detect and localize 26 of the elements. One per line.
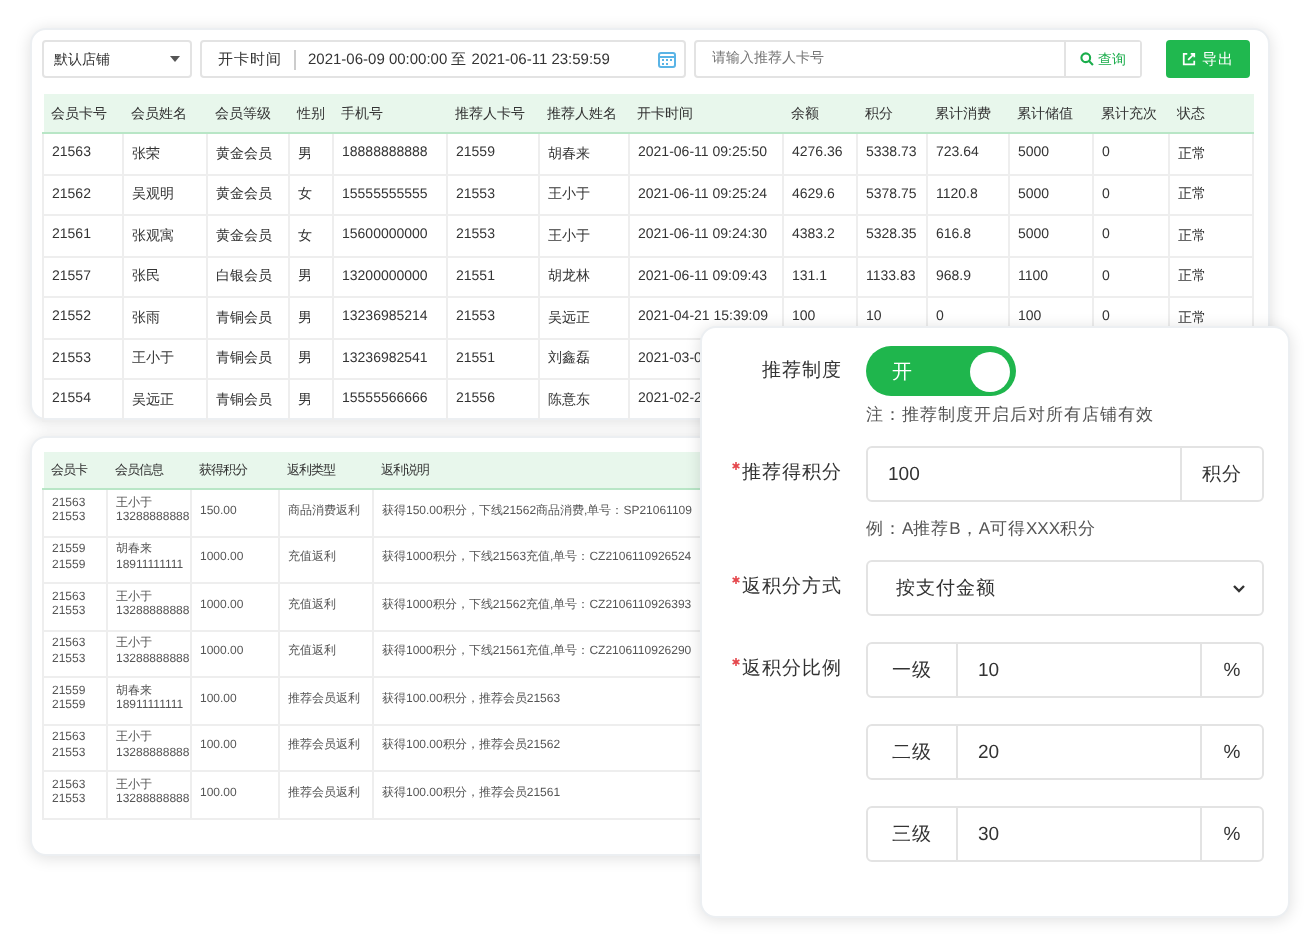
field-label: 推荐得积分 — [742, 462, 842, 484]
field-label: 返积分方式 — [742, 576, 842, 598]
points-input[interactable]: 100 — [868, 448, 1180, 500]
hint-text: 注：推荐制度开启后对所有店铺有效 — [866, 404, 1156, 428]
caret-icon — [170, 56, 180, 62]
ratio-field[interactable]: 一级 10 % — [866, 642, 1264, 698]
method-select[interactable]: 按支付金额 — [866, 560, 1264, 616]
chevron-icon — [1232, 583, 1246, 593]
ratio-input[interactable]: 20 — [958, 726, 1200, 778]
level-label: 一级 — [868, 644, 958, 696]
points-field[interactable]: 100 积分 — [866, 446, 1264, 502]
hint-text: 例：A推荐B，A可得XXX积分 — [866, 518, 1099, 542]
export-icon — [1182, 52, 1196, 66]
ratio-field[interactable]: 二级 20 % — [866, 724, 1264, 780]
ratio-input[interactable]: 30 — [958, 808, 1200, 860]
unit-label: 积分 — [1180, 448, 1262, 500]
field-label: 返积分比例 — [742, 658, 842, 680]
unit-label: % — [1200, 644, 1262, 696]
search-icon — [1080, 52, 1094, 66]
ratio-input[interactable]: 10 — [958, 644, 1200, 696]
unit-label: % — [1200, 808, 1262, 860]
unit-label: % — [1200, 726, 1262, 778]
level-label: 二级 — [868, 726, 958, 778]
calendar-icon — [658, 50, 676, 68]
level-label: 三级 — [868, 808, 958, 860]
ratio-field[interactable]: 三级 30 % — [866, 806, 1264, 862]
